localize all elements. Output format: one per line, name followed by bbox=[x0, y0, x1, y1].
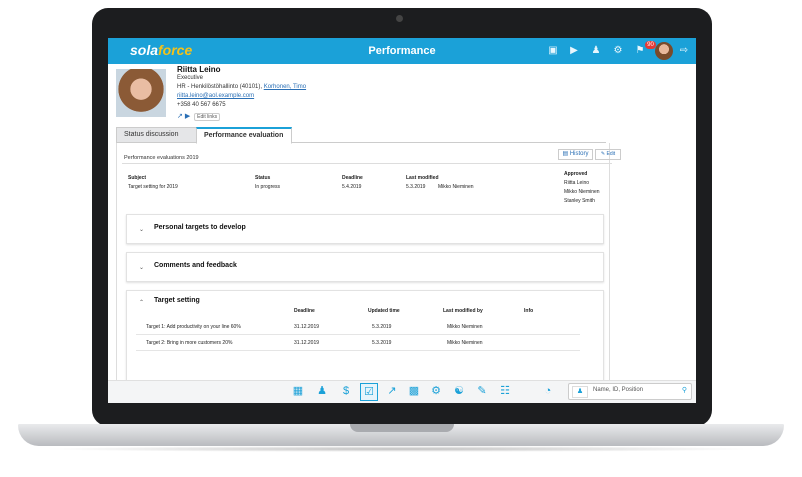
chevron-down-icon: ⌄ bbox=[139, 265, 145, 271]
section-target-setting-title[interactable]: Target setting bbox=[154, 297, 200, 304]
tab-performance-evaluation[interactable]: Performance evaluation bbox=[196, 127, 292, 144]
chat-icon[interactable]: ▣ bbox=[546, 44, 560, 58]
history-icon: ▤ bbox=[562, 151, 569, 157]
dollar-icon[interactable]: $ bbox=[338, 383, 354, 399]
top-bar: solaforce Performance ▣ ▶ ♟ ⚙ ⚑ 90 ⇨ bbox=[108, 38, 696, 64]
manager-link[interactable]: Korhonen, Timo bbox=[264, 84, 306, 90]
chevron-up-icon[interactable]: ⌃ bbox=[139, 299, 144, 306]
target-2-updated: 5.3.2019 bbox=[372, 340, 392, 346]
section-comments-title: Comments and feedback bbox=[154, 262, 237, 269]
dashboard-icon[interactable]: ◔ bbox=[540, 383, 556, 399]
search-icon[interactable]: ⚲ bbox=[682, 386, 687, 394]
target-2-label[interactable]: Target 2: Bring in more customers 20% bbox=[146, 340, 232, 346]
section-comments[interactable]: ⌄ Comments and feedback bbox=[126, 252, 604, 282]
profile-name: Riitta Leino bbox=[177, 65, 221, 74]
section-personal-targets-title: Personal targets to develop bbox=[154, 224, 246, 231]
eval-deadline: 5.4.2019 bbox=[342, 184, 362, 190]
history-label: History bbox=[569, 151, 589, 157]
header-subject: Subject bbox=[128, 175, 147, 181]
edit-links-button[interactable]: Edit links bbox=[194, 113, 221, 121]
target-header-updated: Updated time bbox=[368, 308, 400, 314]
camera bbox=[396, 15, 403, 22]
header-approved: Approved bbox=[564, 171, 588, 177]
target-1-label[interactable]: Target 1: Add productivity on your line … bbox=[146, 324, 241, 330]
tab-status-discussion[interactable]: Status discussion bbox=[116, 127, 204, 142]
email-link[interactable]: riitta.leino@aol.example.com bbox=[177, 93, 254, 99]
play-icon[interactable]: ▶ bbox=[185, 113, 190, 120]
target-header-info: Info bbox=[524, 308, 534, 314]
tab-bar: Status discussion Performance evaluation bbox=[116, 127, 606, 144]
approver-3: Stanley Smith bbox=[564, 198, 595, 204]
target-header-modified-by: Last modified by bbox=[443, 308, 483, 314]
approver-2: Mikko Nieminen bbox=[564, 189, 600, 195]
profile-phone: +358 40 567 6675 bbox=[177, 102, 226, 108]
profile-photo bbox=[116, 69, 166, 117]
eval-subject[interactable]: Target setting for 2019 bbox=[128, 184, 178, 190]
profile-email-row: riitta.leino@aol.example.com bbox=[177, 93, 254, 99]
line-chart-icon[interactable]: ↗ bbox=[384, 383, 400, 399]
divider bbox=[122, 163, 612, 164]
section-personal-targets[interactable]: ⌄ Personal targets to develop bbox=[126, 214, 604, 244]
people-filter-icon[interactable]: ♟ bbox=[572, 386, 588, 398]
logout-icon[interactable]: ⇨ bbox=[677, 44, 691, 58]
app-screen: solaforce Performance ▣ ▶ ♟ ⚙ ⚑ 90 ⇨ Rii… bbox=[108, 38, 696, 403]
target-2-modified-by: Mikko Nieminen bbox=[447, 340, 483, 346]
profile-actions: ↗ ▶ Edit links bbox=[177, 112, 221, 121]
approver-1: Riitta Leino bbox=[564, 180, 590, 186]
external-link-icon[interactable]: ↗ bbox=[177, 113, 183, 120]
gear-icon[interactable]: ⚙ bbox=[611, 44, 625, 58]
grid-icon[interactable]: ▦ bbox=[290, 383, 306, 399]
search-box: ♟ Name, ID, Position ⚲ bbox=[568, 383, 692, 400]
checkbox-icon[interactable]: ☑ bbox=[360, 383, 378, 401]
laptop-notch bbox=[350, 424, 454, 432]
org-chart-icon[interactable]: ☯ bbox=[451, 383, 467, 399]
edit-label: Edit bbox=[606, 151, 616, 157]
eval-modified-date: 5.3.2019 bbox=[406, 184, 426, 190]
video-icon[interactable]: ▶ bbox=[567, 44, 581, 58]
bar-chart-icon[interactable]: ▩ bbox=[406, 383, 422, 399]
person-icon[interactable]: ♟ bbox=[314, 383, 330, 399]
eval-modified-by: Mikko Nieminen bbox=[438, 184, 474, 190]
target-1-modified-by: Mikko Nieminen bbox=[447, 324, 483, 330]
header-deadline: Deadline bbox=[342, 175, 363, 181]
target-1-updated: 5.3.2019 bbox=[372, 324, 392, 330]
evaluations-title: Performance evaluations 2019 bbox=[124, 155, 199, 161]
page-title: Performance bbox=[368, 45, 436, 57]
target-2-deadline: 31.12.2019 bbox=[294, 340, 320, 346]
edit-icon: ✎ bbox=[600, 151, 606, 157]
user-avatar[interactable] bbox=[655, 42, 673, 60]
section-target-setting: ⌃ Target setting bbox=[126, 290, 604, 387]
profile-role: Executive bbox=[177, 75, 204, 81]
header-status: Status bbox=[255, 175, 271, 181]
row-divider bbox=[136, 350, 580, 351]
header-last-modified: Last modified bbox=[406, 175, 439, 181]
gears-icon[interactable]: ⚙ bbox=[428, 383, 444, 399]
profile-org: HR - Henkilöstöhallinto (40101), Korhone… bbox=[177, 84, 306, 90]
row-divider bbox=[136, 334, 580, 335]
history-button[interactable]: ▤ History bbox=[558, 149, 593, 160]
profile-org-text: HR - Henkilöstöhallinto (40101), bbox=[177, 84, 263, 90]
edit-icon[interactable]: ✎ bbox=[474, 383, 490, 399]
search-input[interactable]: Name, ID, Position bbox=[593, 387, 643, 393]
edit-button[interactable]: ✎ Edit bbox=[595, 149, 621, 160]
eval-status: In progress bbox=[255, 184, 281, 190]
laptop-shadow bbox=[40, 446, 762, 452]
target-header-deadline: Deadline bbox=[294, 308, 315, 314]
target-1-deadline: 31.12.2019 bbox=[294, 324, 320, 330]
calendar-icon[interactable]: ☷ bbox=[497, 383, 513, 399]
chevron-down-icon: ⌄ bbox=[139, 227, 145, 233]
user-add-icon[interactable]: ♟ bbox=[589, 44, 603, 58]
